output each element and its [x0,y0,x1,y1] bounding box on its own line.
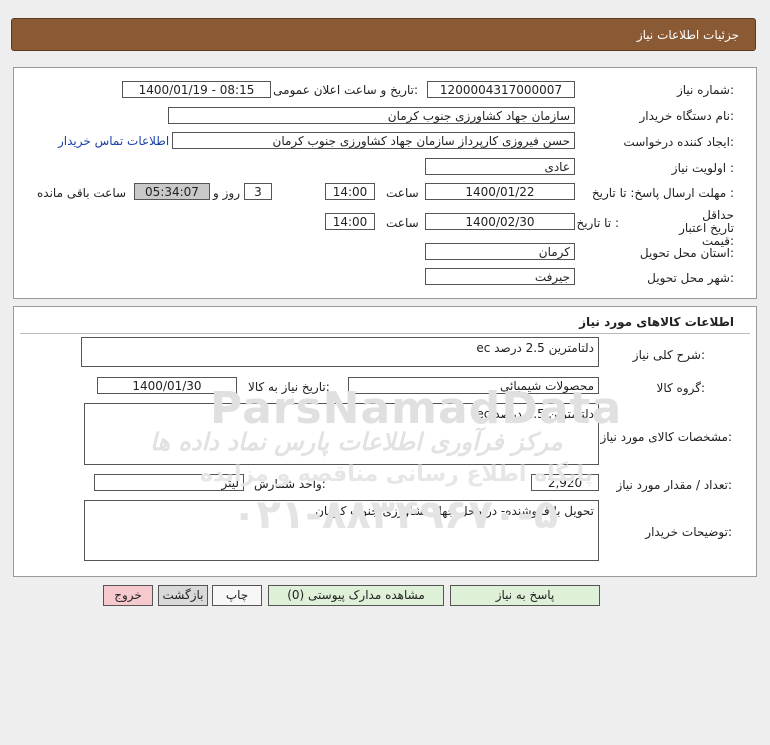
price-validity-time-label: ساعت [386,216,419,230]
print-button[interactable]: چاپ [212,585,262,606]
section-divider [20,333,750,334]
buyer-org-label: نام دستگاه خریدار: [639,109,735,123]
until-date-label: تا تاریخ : [576,216,619,230]
need-number-field: 1200004317000007 [427,81,575,98]
province-label: استان محل تحویل: [639,246,734,260]
qty-label: تعداد / مقدار مورد نیاز: [616,478,732,492]
specs-label: مشخصات کالای مورد نیاز: [600,430,732,444]
reply-button[interactable]: پاسخ به نیاز [450,585,600,606]
reply-time-label: ساعت [386,186,419,200]
need-number-label: شماره نیاز: [676,83,734,97]
reply-deadline-label: مهلت ارسال پاسخ: تا تاریخ : [591,186,734,200]
priority-label: اولویت نیاز : [671,161,734,175]
priority-field: عادی [425,158,575,175]
page-title: جزئیات اطلاعات نیاز [636,28,739,42]
remaining-time-field: 05:34:07 [134,183,210,200]
announce-field: 1400/01/19 - 08:15 [122,81,271,98]
unit-label: واحد شمارش: [254,477,326,491]
goods-group-field: محصولات شیمیائی [348,377,599,394]
need-info-panel [13,67,757,299]
requester-label: ایجاد کننده درخواست: [623,135,734,149]
need-date-field: 1400/01/30 [97,377,237,394]
goods-section-title: اطلاعات کالاهای مورد نیاز [579,315,734,329]
general-desc-label: شرح کلی نیاز: [632,348,705,362]
announce-label: تاریخ و ساعت اعلان عمومی: [273,83,418,97]
back-button[interactable]: بازگشت [158,585,208,606]
general-desc-field: دلتامترین 2.5 درصد ec [81,337,599,367]
page-header: جزئیات اطلاعات نیاز [11,18,756,51]
reply-time-field: 14:00 [325,183,375,200]
city-label: شهر محل تحویل: [647,271,734,285]
need-date-label: تاریخ نیاز به کالا: [248,380,330,394]
goods-group-label: گروه کالا: [656,381,706,395]
days-remaining-field: 3 [244,183,272,200]
days-label: روز و [213,186,240,200]
city-field: جیرفت [425,268,575,285]
specs-field: دلتامترین 2.5 درصد ec [84,403,599,465]
price-validity-time-field: 14:00 [325,213,375,230]
buyer-notes-field: تحویل با فروشنده- در محل جهاد کشاورزی جن… [84,500,599,561]
buyer-contact-link[interactable]: اطلاعات تماس خریدار [58,134,169,148]
price-validity-date-field: 1400/02/30 [425,213,575,230]
view-attachments-button[interactable]: مشاهده مدارک پیوستی (0) [268,585,444,606]
price-validity-label: حداقل تاریخ اعتبار قیمت: [679,208,734,248]
reply-date-field: 1400/01/22 [425,183,575,200]
buyer-org-field: سازمان جهاد کشاورزی جنوب کرمان [168,107,575,124]
unit-field: لیتر [94,474,244,491]
remaining-label: ساعت باقی مانده [37,186,127,200]
province-field: کرمان [425,243,575,260]
buyer-notes-label: توضیحات خریدار: [645,525,732,539]
requester-field: حسن فیروزی کارپرداز سازمان جهاد کشاورزی … [172,132,575,149]
exit-button[interactable]: خروج [103,585,153,606]
qty-field: 2,920 [531,474,599,491]
